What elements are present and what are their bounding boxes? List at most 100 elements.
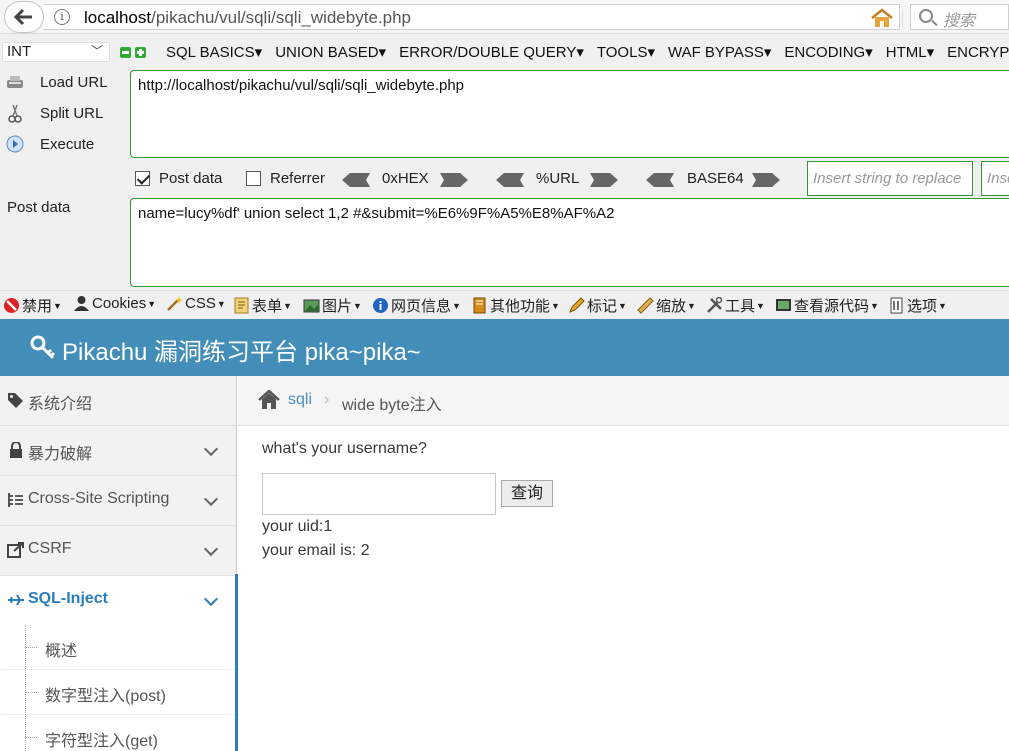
type-select[interactable]: INT ﹀: [2, 42, 110, 62]
result-uid: your uid:1: [262, 518, 333, 535]
url-path: /pikachu/vul/sqli/sqli_widebyte.php: [151, 8, 411, 27]
load-url-button[interactable]: Load URL: [4, 70, 108, 94]
sidebar-item-csrf[interactable]: CSRF: [0, 526, 236, 576]
hex-label: 0xHEX: [382, 170, 429, 187]
url-encode-arrow-icon[interactable]: [590, 173, 618, 187]
search-placeholder: 搜索: [943, 13, 976, 30]
hex-encode-arrow-icon[interactable]: [440, 173, 468, 187]
toolbar-css[interactable]: CSS ▼: [166, 295, 226, 312]
site-title[interactable]: Pikachu 漏洞练习平台 pika~pika~: [62, 332, 421, 367]
toolbar-forms[interactable]: 表单 ▼: [233, 295, 292, 316]
chevron-down-icon: [203, 441, 219, 457]
sidebar-item-sqli[interactable]: SQL-Inject: [0, 576, 236, 626]
breadcrumb-current: wide byte注入: [342, 397, 442, 414]
web-developer-toolbar: 禁用 ▼ Cookies ▼ CSS ▼ 表单 ▼ 图片 ▼ 网页信息 ▼ 其他功能 ▼ 标记…: [0, 290, 1009, 319]
sidebar-item-bruteforce[interactable]: 暴力破解: [0, 426, 236, 476]
sidebar-subitem-numeric-post[interactable]: 数字型注入(post): [0, 670, 236, 715]
hackbar-menu-item[interactable]: TOOLS▾: [597, 44, 655, 61]
chevron-down-icon: [203, 591, 219, 607]
replace-with-input[interactable]: Insert: [981, 161, 1009, 196]
play-icon: [4, 134, 26, 154]
plus-icon[interactable]: [135, 47, 146, 58]
url-textarea[interactable]: http://localhost/pikachu/vul/sqli/sqli_w…: [130, 70, 1009, 158]
hackbar-menu-item[interactable]: WAF BYPASS▾: [668, 44, 771, 61]
back-arrow-icon: [14, 8, 32, 26]
chevron-down-icon: [203, 541, 219, 557]
options-icon: [890, 297, 903, 314]
minus-icon[interactable]: [120, 47, 131, 58]
post-data-checkbox-label: Post data: [159, 170, 223, 187]
info-circle-icon: [373, 298, 388, 313]
hackbar-menu-item[interactable]: HTML▾: [886, 44, 934, 61]
chevron-down-icon: [203, 491, 219, 507]
sidebar-subitem-overview[interactable]: 概述: [0, 625, 236, 670]
tags-icon: [8, 393, 23, 408]
hackbar-menu-item[interactable]: ENCODING▾: [784, 44, 872, 61]
hackbar-menu-item[interactable]: SQL BASICS▾: [166, 44, 262, 61]
view-source-icon: [776, 299, 791, 311]
images-icon: [303, 299, 320, 313]
info-icon[interactable]: i: [54, 9, 70, 25]
forms-icon: [234, 297, 249, 314]
back-button[interactable]: [4, 1, 44, 33]
disable-icon: [4, 298, 19, 313]
execute-button[interactable]: Execute: [4, 132, 94, 156]
referrer-checkbox[interactable]: [246, 171, 261, 186]
post-data-textarea[interactable]: name=lucy%df' union select 1,2 #&submit=…: [130, 198, 1009, 287]
toolbar-misc[interactable]: 其他功能 ▼: [471, 295, 560, 316]
base64-encode-arrow-icon[interactable]: [752, 173, 780, 187]
sidebar-subitem-string-get[interactable]: 字符型注入(get): [0, 715, 236, 751]
css-wand-icon: [167, 296, 183, 311]
toolbar-view-source[interactable]: 查看源代码 ▼: [775, 295, 879, 316]
url-field[interactable]: i localhost/pikachu/vul/sqli/sqli_wideby…: [44, 4, 931, 30]
breadcrumb-separator-icon: ›: [324, 391, 330, 408]
share-icon: [7, 542, 24, 558]
username-question: what's your username?: [262, 440, 427, 457]
toolbar-outline[interactable]: 标记 ▼: [568, 295, 627, 316]
key-icon: [30, 335, 56, 360]
base64-decode-arrow-icon[interactable]: [646, 173, 674, 187]
toolbar-tools[interactable]: 工具 ▼: [706, 295, 765, 316]
post-data-checkbox[interactable]: [135, 171, 150, 186]
hackbar-panel: INT ﹀ SQL BASICS▾ UNION BASED▾ ERROR/DOUBLE…: [0, 34, 1009, 290]
result-email: your email is: 2: [262, 542, 370, 559]
query-button[interactable]: 查询: [501, 480, 553, 507]
hackbar-menu-item[interactable]: UNION BASED▾: [275, 44, 386, 61]
referrer-checkbox-label: Referrer: [270, 170, 326, 187]
cookies-icon: [74, 296, 89, 311]
site-header: Pikachu 漏洞练习平台 pika~pika~: [0, 319, 1009, 376]
sidebar-item-intro[interactable]: 系统介绍: [0, 376, 236, 426]
base64-label: BASE64: [687, 170, 744, 187]
toolbar-disable[interactable]: 禁用 ▼: [3, 295, 62, 316]
hackbar-menu-item[interactable]: ENCRYPTIO: [947, 44, 1009, 61]
home-icon[interactable]: [258, 390, 280, 410]
url-decode-arrow-icon[interactable]: [496, 173, 524, 187]
toolbar-cookies[interactable]: Cookies ▼: [73, 295, 156, 312]
hackbar-menu-item[interactable]: ERROR/DOUBLE QUERY▾: [399, 44, 584, 61]
sidebar: 系统介绍 暴力破解 Cross-Site Scripting CSRF SQL-…: [0, 376, 237, 751]
breadcrumb: sqli › wide byte注入: [238, 376, 1009, 426]
split-url-button[interactable]: Split URL: [4, 101, 103, 125]
misc-book-icon: [473, 297, 486, 314]
chevron-down-icon: ﹀: [90, 44, 103, 58]
browser-toolbar: i localhost/pikachu/vul/sqli/sqli_wideby…: [0, 0, 1009, 34]
tools-icon: [707, 297, 723, 313]
plane-icon: [8, 594, 24, 606]
sidebar-item-xss[interactable]: Cross-Site Scripting: [0, 476, 236, 526]
hackbar-menu: INT ﹀ SQL BASICS▾ UNION BASED▾ ERROR/DOUBLE…: [0, 40, 1009, 64]
url-encode-label: %URL: [536, 170, 580, 187]
breadcrumb-link-sqli[interactable]: sqli: [288, 391, 312, 409]
toolbar-page-info[interactable]: 网页信息 ▼: [372, 295, 461, 316]
search-icon: [919, 9, 933, 23]
load-url-icon: [4, 72, 26, 92]
search-input[interactable]: 搜索: [910, 4, 1009, 30]
toolbar-images[interactable]: 图片 ▼: [303, 295, 362, 316]
replace-input[interactable]: Insert string to replace: [807, 161, 973, 196]
pencil-icon: [569, 297, 585, 313]
username-input[interactable]: [262, 473, 496, 515]
home-icon[interactable]: [870, 8, 894, 28]
toolbar-resize[interactable]: 缩放 ▼: [637, 295, 696, 316]
lock-icon: [10, 442, 22, 458]
hex-decode-arrow-icon[interactable]: [342, 173, 370, 187]
toolbar-options[interactable]: 选项 ▼: [888, 295, 947, 316]
